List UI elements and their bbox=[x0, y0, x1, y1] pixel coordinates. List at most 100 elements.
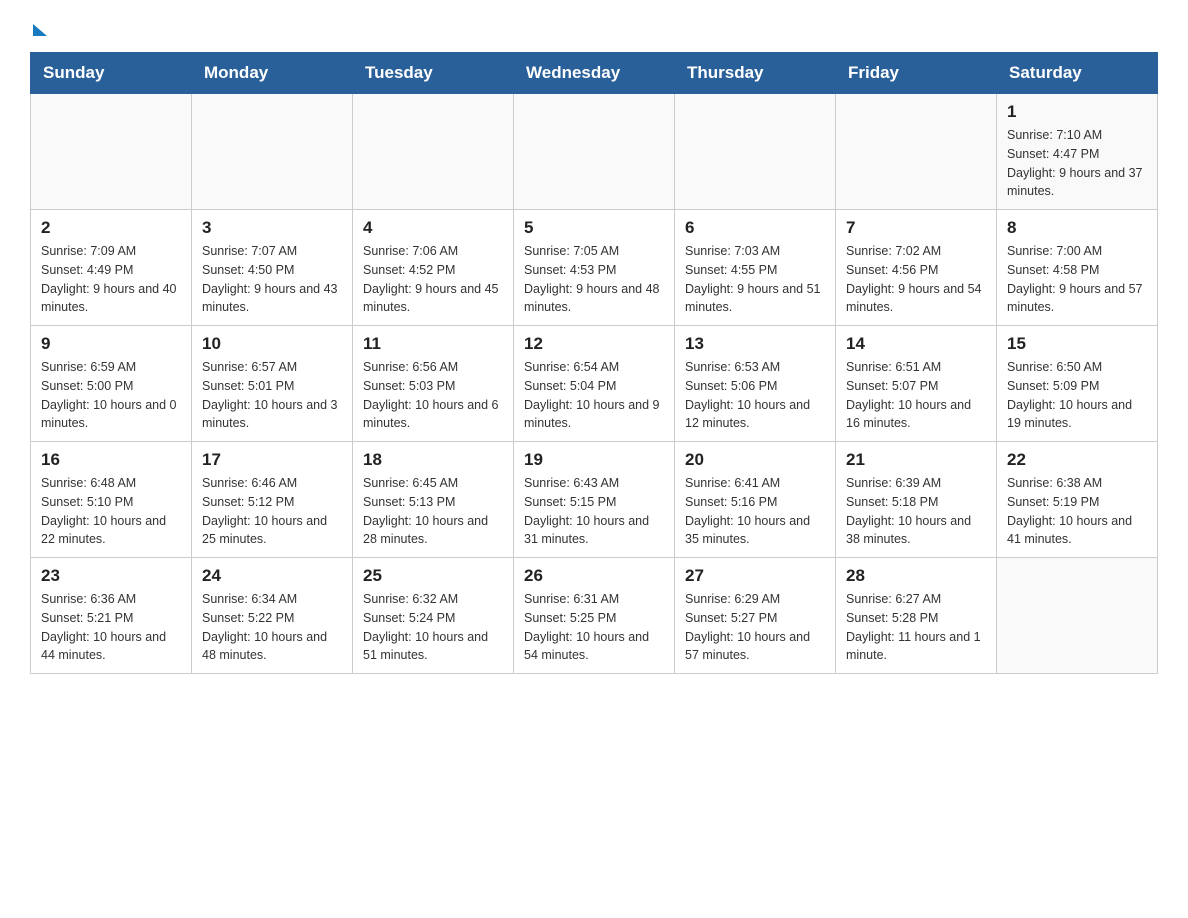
day-info: Sunrise: 6:48 AMSunset: 5:10 PMDaylight:… bbox=[41, 474, 181, 549]
day-info: Sunrise: 7:07 AMSunset: 4:50 PMDaylight:… bbox=[202, 242, 342, 317]
calendar-header-row: Sunday Monday Tuesday Wednesday Thursday… bbox=[31, 53, 1158, 94]
day-number: 14 bbox=[846, 334, 986, 354]
calendar-cell: 27 Sunrise: 6:29 AMSunset: 5:27 PMDayligh… bbox=[675, 558, 836, 674]
calendar-table: Sunday Monday Tuesday Wednesday Thursday… bbox=[30, 52, 1158, 674]
day-info: Sunrise: 6:41 AMSunset: 5:16 PMDaylight:… bbox=[685, 474, 825, 549]
logo bbox=[30, 20, 47, 34]
day-info: Sunrise: 6:31 AMSunset: 5:25 PMDaylight:… bbox=[524, 590, 664, 665]
day-number: 21 bbox=[846, 450, 986, 470]
header-saturday: Saturday bbox=[997, 53, 1158, 94]
calendar-cell: 10 Sunrise: 6:57 AMSunset: 5:01 PMDayligh… bbox=[192, 326, 353, 442]
calendar-cell bbox=[192, 94, 353, 210]
logo-triangle-icon bbox=[33, 24, 47, 36]
day-info: Sunrise: 6:43 AMSunset: 5:15 PMDaylight:… bbox=[524, 474, 664, 549]
day-info: Sunrise: 7:09 AMSunset: 4:49 PMDaylight:… bbox=[41, 242, 181, 317]
calendar-cell: 1 Sunrise: 7:10 AMSunset: 4:47 PMDaylight… bbox=[997, 94, 1158, 210]
calendar-cell: 16 Sunrise: 6:48 AMSunset: 5:10 PMDayligh… bbox=[31, 442, 192, 558]
header-friday: Friday bbox=[836, 53, 997, 94]
calendar-cell: 22 Sunrise: 6:38 AMSunset: 5:19 PMDayligh… bbox=[997, 442, 1158, 558]
day-info: Sunrise: 7:03 AMSunset: 4:55 PMDaylight:… bbox=[685, 242, 825, 317]
day-number: 5 bbox=[524, 218, 664, 238]
calendar-cell: 5 Sunrise: 7:05 AMSunset: 4:53 PMDaylight… bbox=[514, 210, 675, 326]
day-info: Sunrise: 6:53 AMSunset: 5:06 PMDaylight:… bbox=[685, 358, 825, 433]
day-number: 26 bbox=[524, 566, 664, 586]
day-number: 20 bbox=[685, 450, 825, 470]
day-number: 16 bbox=[41, 450, 181, 470]
day-info: Sunrise: 6:50 AMSunset: 5:09 PMDaylight:… bbox=[1007, 358, 1147, 433]
day-number: 1 bbox=[1007, 102, 1147, 122]
page-header bbox=[30, 20, 1158, 34]
day-number: 27 bbox=[685, 566, 825, 586]
day-number: 4 bbox=[363, 218, 503, 238]
calendar-cell: 28Sunrise: 6:27 AMSunset: 5:28 PMDayligh… bbox=[836, 558, 997, 674]
calendar-cell: 3Sunrise: 7:07 AMSunset: 4:50 PMDaylight… bbox=[192, 210, 353, 326]
day-info: Sunrise: 7:06 AMSunset: 4:52 PMDaylight:… bbox=[363, 242, 503, 317]
calendar-cell: 26 Sunrise: 6:31 AMSunset: 5:25 PMDayligh… bbox=[514, 558, 675, 674]
calendar-cell: 25 Sunrise: 6:32 AMSunset: 5:24 PMDayligh… bbox=[353, 558, 514, 674]
calendar-week-row: 2 Sunrise: 7:09 AMSunset: 4:49 PMDaylight… bbox=[31, 210, 1158, 326]
day-info: Sunrise: 6:56 AMSunset: 5:03 PMDaylight:… bbox=[363, 358, 503, 433]
day-number: 7 bbox=[846, 218, 986, 238]
header-tuesday: Tuesday bbox=[353, 53, 514, 94]
day-info: Sunrise: 6:32 AMSunset: 5:24 PMDaylight:… bbox=[363, 590, 503, 665]
calendar-cell: 24 Sunrise: 6:34 AMSunset: 5:22 PMDayligh… bbox=[192, 558, 353, 674]
day-number: 25 bbox=[363, 566, 503, 586]
calendar-cell: 12 Sunrise: 6:54 AMSunset: 5:04 PMDayligh… bbox=[514, 326, 675, 442]
day-info: Sunrise: 6:36 AMSunset: 5:21 PMDaylight:… bbox=[41, 590, 181, 665]
day-number: 19 bbox=[524, 450, 664, 470]
day-info: Sunrise: 7:10 AMSunset: 4:47 PMDaylight:… bbox=[1007, 126, 1147, 201]
day-info: Sunrise: 6:59 AMSunset: 5:00 PMDaylight:… bbox=[41, 358, 181, 433]
day-info: Sunrise: 6:34 AMSunset: 5:22 PMDaylight:… bbox=[202, 590, 342, 665]
calendar-cell: 9 Sunrise: 6:59 AMSunset: 5:00 PMDaylight… bbox=[31, 326, 192, 442]
day-info: Sunrise: 6:29 AMSunset: 5:27 PMDaylight:… bbox=[685, 590, 825, 665]
day-number: 23 bbox=[41, 566, 181, 586]
calendar-week-row: 9 Sunrise: 6:59 AMSunset: 5:00 PMDaylight… bbox=[31, 326, 1158, 442]
calendar-cell bbox=[353, 94, 514, 210]
calendar-week-row: 16 Sunrise: 6:48 AMSunset: 5:10 PMDayligh… bbox=[31, 442, 1158, 558]
calendar-cell bbox=[836, 94, 997, 210]
day-number: 18 bbox=[363, 450, 503, 470]
day-number: 8 bbox=[1007, 218, 1147, 238]
header-wednesday: Wednesday bbox=[514, 53, 675, 94]
day-number: 15 bbox=[1007, 334, 1147, 354]
calendar-cell: 20 Sunrise: 6:41 AMSunset: 5:16 PMDayligh… bbox=[675, 442, 836, 558]
day-number: 2 bbox=[41, 218, 181, 238]
day-number: 6 bbox=[685, 218, 825, 238]
day-info: Sunrise: 6:51 AMSunset: 5:07 PMDaylight:… bbox=[846, 358, 986, 433]
calendar-cell: 14 Sunrise: 6:51 AMSunset: 5:07 PMDayligh… bbox=[836, 326, 997, 442]
day-number: 9 bbox=[41, 334, 181, 354]
calendar-cell bbox=[31, 94, 192, 210]
calendar-cell: 11Sunrise: 6:56 AMSunset: 5:03 PMDayligh… bbox=[353, 326, 514, 442]
day-number: 12 bbox=[524, 334, 664, 354]
day-info: Sunrise: 6:54 AMSunset: 5:04 PMDaylight:… bbox=[524, 358, 664, 433]
calendar-cell: 13 Sunrise: 6:53 AMSunset: 5:06 PMDayligh… bbox=[675, 326, 836, 442]
calendar-cell: 18Sunrise: 6:45 AMSunset: 5:13 PMDayligh… bbox=[353, 442, 514, 558]
day-number: 17 bbox=[202, 450, 342, 470]
calendar-cell: 6 Sunrise: 7:03 AMSunset: 4:55 PMDaylight… bbox=[675, 210, 836, 326]
day-info: Sunrise: 6:46 AMSunset: 5:12 PMDaylight:… bbox=[202, 474, 342, 549]
calendar-week-row: 1 Sunrise: 7:10 AMSunset: 4:47 PMDaylight… bbox=[31, 94, 1158, 210]
day-info: Sunrise: 6:38 AMSunset: 5:19 PMDaylight:… bbox=[1007, 474, 1147, 549]
header-sunday: Sunday bbox=[31, 53, 192, 94]
calendar-cell: 15 Sunrise: 6:50 AMSunset: 5:09 PMDayligh… bbox=[997, 326, 1158, 442]
header-thursday: Thursday bbox=[675, 53, 836, 94]
day-info: Sunrise: 7:05 AMSunset: 4:53 PMDaylight:… bbox=[524, 242, 664, 317]
calendar-cell: 8 Sunrise: 7:00 AMSunset: 4:58 PMDaylight… bbox=[997, 210, 1158, 326]
day-number: 10 bbox=[202, 334, 342, 354]
calendar-cell: 2 Sunrise: 7:09 AMSunset: 4:49 PMDaylight… bbox=[31, 210, 192, 326]
day-number: 24 bbox=[202, 566, 342, 586]
day-number: 22 bbox=[1007, 450, 1147, 470]
day-info: Sunrise: 6:27 AMSunset: 5:28 PMDaylight:… bbox=[846, 590, 986, 665]
day-info: Sunrise: 6:57 AMSunset: 5:01 PMDaylight:… bbox=[202, 358, 342, 433]
day-info: Sunrise: 7:02 AMSunset: 4:56 PMDaylight:… bbox=[846, 242, 986, 317]
header-monday: Monday bbox=[192, 53, 353, 94]
day-info: Sunrise: 7:00 AMSunset: 4:58 PMDaylight:… bbox=[1007, 242, 1147, 317]
calendar-week-row: 23 Sunrise: 6:36 AMSunset: 5:21 PMDayligh… bbox=[31, 558, 1158, 674]
day-info: Sunrise: 6:39 AMSunset: 5:18 PMDaylight:… bbox=[846, 474, 986, 549]
calendar-cell: 21 Sunrise: 6:39 AMSunset: 5:18 PMDayligh… bbox=[836, 442, 997, 558]
calendar-cell: 17 Sunrise: 6:46 AMSunset: 5:12 PMDayligh… bbox=[192, 442, 353, 558]
calendar-cell bbox=[514, 94, 675, 210]
calendar-cell bbox=[675, 94, 836, 210]
day-number: 13 bbox=[685, 334, 825, 354]
calendar-cell: 4 Sunrise: 7:06 AMSunset: 4:52 PMDaylight… bbox=[353, 210, 514, 326]
